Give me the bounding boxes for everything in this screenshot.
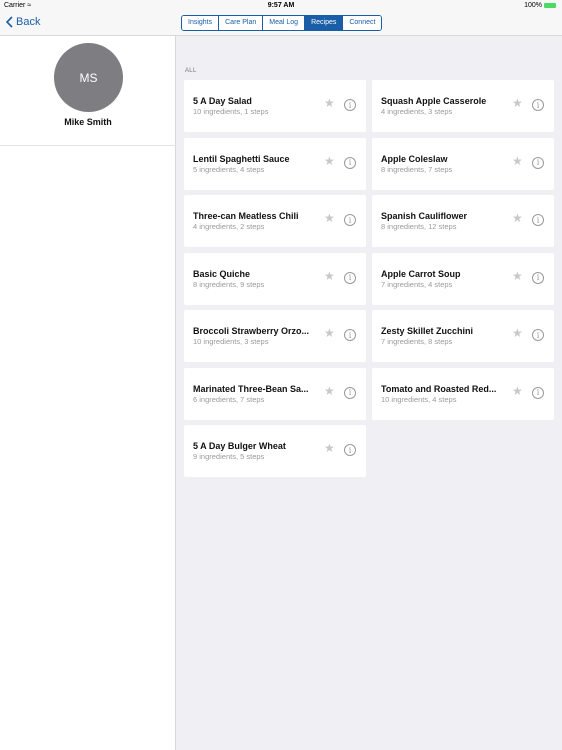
star-icon[interactable]: ★ [324,327,335,339]
recipe-title: Squash Apple Casserole [381,96,487,106]
tab-meal-log[interactable]: Meal Log [263,16,306,30]
recipe-title: 5 A Day Bulger Wheat [193,441,286,451]
info-icon[interactable]: i [532,99,544,111]
recipe-card[interactable]: Squash Apple Casserole 4 ingredients, 3 s… [372,80,554,132]
recipe-subtitle: 4 ingredients, 3 steps [381,107,453,116]
recipe-title: Tomato and Roasted Red... [381,383,497,394]
tab-care-plan[interactable]: Care Plan [219,16,264,30]
info-icon[interactable]: i [344,271,356,284]
info-icon[interactable]: i [344,214,356,226]
recipe-subtitle: 9 ingredients, 5 steps [193,452,265,461]
recipe-title: Spanish Cauliflower [381,211,468,221]
recipe-card[interactable]: Spanish Cauliflower 8 ingredients, 12 ste… [372,195,554,247]
star-icon[interactable]: ★ [324,270,335,282]
recipe-title: Zesty Skillet Zucchini [381,326,474,336]
battery-status: 100% [524,2,556,9]
recipe-card[interactable]: Zesty Skillet Zucchini 7 ingredients, 8 s… [372,310,554,362]
info-icon[interactable]: i [344,444,356,456]
recipe-title: 5 A Day Salad [193,96,252,106]
recipe-subtitle: 4 ingredients, 2 steps [193,222,265,231]
recipe-subtitle: 5 ingredients, 4 steps [193,164,265,174]
navigation-bar: Back Insights Care Plan Meal Log Recipes… [0,12,562,36]
recipe-subtitle: 10 ingredients, 3 steps [193,337,269,346]
recipe-subtitle: 10 ingredients, 4 steps [381,394,457,404]
info-icon[interactable]: i [532,156,544,169]
info-icon[interactable]: i [532,214,544,226]
status-bar: Carrier ≈ 9:57 AM 100% [0,0,562,12]
star-icon[interactable]: ★ [512,270,523,282]
recipes-panel: ALL 5 A Day Salad 10 ingredients, 1 steps… [177,36,562,750]
info-icon[interactable]: i [344,386,356,399]
star-icon[interactable]: ★ [512,155,523,167]
info-icon[interactable]: i [344,99,356,111]
recipe-subtitle: 7 ingredients, 8 steps [381,337,453,346]
recipe-card[interactable]: Tomato and Roasted Red... 10 ingredients,… [372,367,554,420]
back-label: Back [16,16,41,28]
recipe-card[interactable]: Broccoli Strawberry Orzo... 10 ingredient… [184,310,366,362]
star-icon[interactable]: ★ [324,442,335,454]
recipe-card[interactable]: Three-can Meatless Chili 4 ingredients, 2… [184,195,366,247]
star-icon[interactable]: ★ [512,97,523,109]
info-icon[interactable]: i [344,156,356,169]
recipe-subtitle: 8 ingredients, 7 steps [381,164,453,174]
recipe-card[interactable]: Apple Carrot Soup 7 ingredients, 4 steps ★… [372,252,554,305]
back-button[interactable]: Back [6,16,40,28]
avatar[interactable]: MS [54,43,123,112]
star-icon[interactable]: ★ [324,155,335,167]
star-icon[interactable]: ★ [324,212,335,224]
star-icon[interactable]: ★ [512,385,523,397]
section-header: ALL [185,68,197,74]
battery-percent: 100% [524,2,542,9]
section-segmented-control: Insights Care Plan Meal Log Recipes Conn… [181,15,383,31]
star-icon[interactable]: ★ [324,97,335,109]
info-icon[interactable]: i [532,271,544,284]
recipe-title: Marinated Three-Bean Sa... [193,383,309,394]
recipe-grid: 5 A Day Salad 10 ingredients, 1 steps ★ i Sq… [184,80,554,477]
recipe-card[interactable]: Basic Quiche 8 ingredients, 9 steps ★ i [184,252,366,305]
chevron-left-icon [6,16,13,28]
recipe-card[interactable]: 5 A Day Bulger Wheat 9 ingredients, 5 ste… [184,425,366,477]
recipe-title: Apple Coleslaw [381,153,448,164]
tab-insights[interactable]: Insights [182,16,220,30]
sidebar: MS Mike Smith [0,36,176,750]
info-icon[interactable]: i [532,386,544,399]
divider [0,145,176,146]
star-icon[interactable]: ★ [512,327,523,339]
recipe-title: Lentil Spaghetti Sauce [193,153,290,164]
recipe-subtitle: 6 ingredients, 7 steps [193,394,265,404]
info-icon[interactable]: i [344,329,356,341]
battery-icon [544,3,556,8]
recipe-subtitle: 8 ingredients, 12 steps [381,222,457,231]
user-name: Mike Smith [64,117,112,127]
recipe-subtitle: 7 ingredients, 4 steps [381,279,453,289]
recipe-title: Basic Quiche [193,268,251,279]
info-icon[interactable]: i [532,329,544,341]
recipe-subtitle: 8 ingredients, 9 steps [193,279,265,289]
tab-recipes[interactable]: Recipes [305,16,344,30]
recipe-subtitle: 10 ingredients, 1 steps [193,107,269,116]
recipe-card[interactable]: Lentil Spaghetti Sauce 5 ingredients, 4 s… [184,137,366,190]
tab-connect[interactable]: Connect [343,16,382,30]
recipe-card[interactable]: Apple Coleslaw 8 ingredients, 7 steps ★ i [372,137,554,190]
recipe-card[interactable]: Marinated Three-Bean Sa... 6 ingredients,… [184,367,366,420]
recipe-title: Broccoli Strawberry Orzo... [193,326,310,336]
recipe-card[interactable]: 5 A Day Salad 10 ingredients, 1 steps ★ i [184,80,366,132]
star-icon[interactable]: ★ [512,212,523,224]
recipe-title: Apple Carrot Soup [381,268,461,279]
clock: 9:57 AM [267,2,295,9]
recipe-title: Three-can Meatless Chili [193,211,299,221]
star-icon[interactable]: ★ [324,385,335,397]
